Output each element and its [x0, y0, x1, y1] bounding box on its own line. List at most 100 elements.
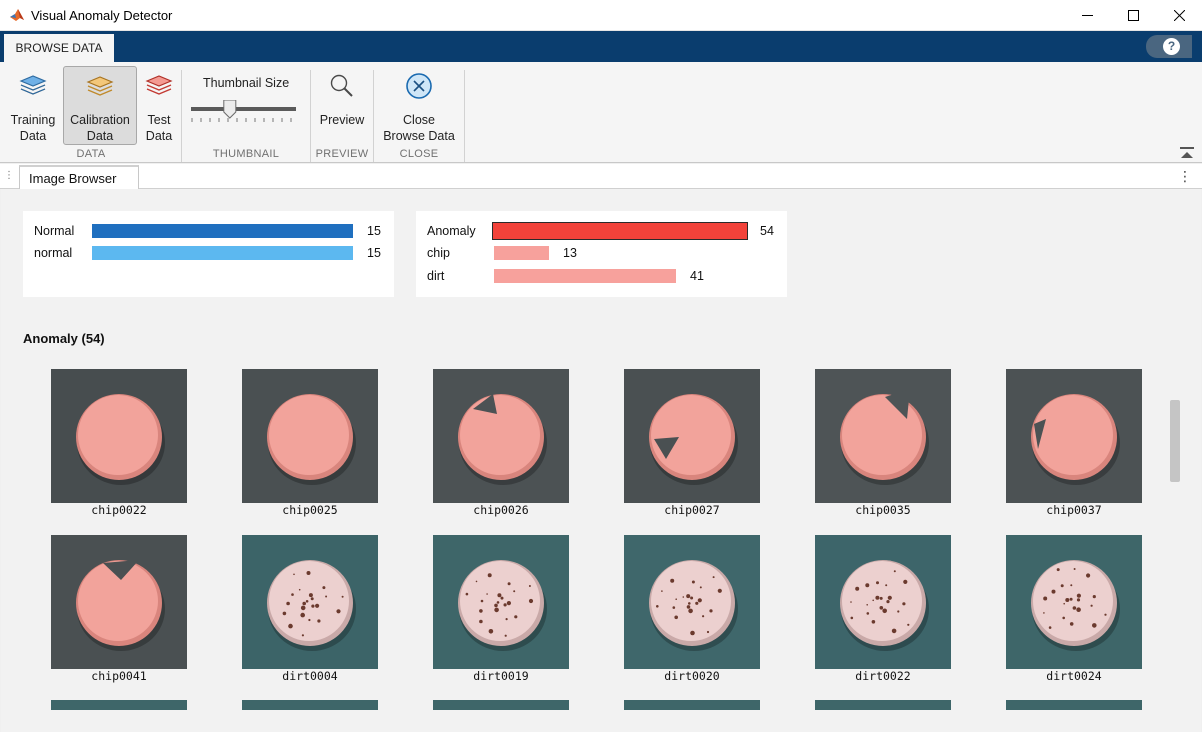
thumbnail-item[interactable]: chip0022: [51, 369, 187, 517]
summary-row[interactable]: Anomaly 54: [427, 222, 777, 240]
test-data-button[interactable]: Test Data: [140, 66, 178, 145]
close-circle-icon: [406, 73, 432, 99]
summary-count: 15: [367, 224, 381, 238]
collapse-ribbon-icon[interactable]: [1180, 147, 1194, 159]
test-data-label-2: Data: [145, 129, 173, 143]
thumbnail-partial[interactable]: [242, 700, 378, 710]
thumbnail-image[interactable]: [433, 535, 569, 669]
thumbnail-image[interactable]: [815, 535, 951, 669]
count-bar: [492, 222, 748, 240]
maximize-button[interactable]: [1110, 0, 1156, 31]
thumbnail-image[interactable]: [624, 369, 760, 503]
summary-row[interactable]: dirt 41: [427, 269, 777, 285]
thumbnail-image[interactable]: [624, 535, 760, 669]
test-layers-icon: [145, 75, 173, 95]
summary-label: Anomaly: [427, 224, 476, 238]
anomaly-summary-panel: Anomaly 54 chip 13 dirt 41: [416, 211, 787, 297]
thumbnail-item[interactable]: dirt0020: [624, 535, 760, 683]
thumbnail-item[interactable]: chip0027: [624, 369, 760, 517]
count-bar: [494, 246, 549, 260]
vertical-scrollbar[interactable]: [1170, 400, 1180, 482]
thumbnail-caption: chip0022: [91, 503, 147, 517]
preview-button[interactable]: Preview: [316, 66, 368, 145]
thumbnail-partial[interactable]: [51, 700, 187, 710]
training-data-label-2: Data: [19, 129, 47, 143]
thumbnail-item[interactable]: dirt0019: [433, 535, 569, 683]
close-browse-label-1: Close: [403, 113, 435, 127]
thumbnail-item[interactable]: chip0025: [242, 369, 378, 517]
matlab-logo-icon: [10, 9, 24, 21]
summary-label: dirt: [427, 269, 445, 283]
summary-row[interactable]: Normal 15: [34, 224, 384, 240]
summary-label: normal: [34, 246, 73, 260]
help-button[interactable]: ?: [1146, 35, 1192, 58]
summary-count: 13: [563, 246, 577, 260]
thumbnail-image[interactable]: [1006, 535, 1142, 669]
thumbnail-caption: dirt0024: [1046, 669, 1102, 683]
summary-count: 54: [760, 224, 774, 238]
thumbnail-item[interactable]: chip0035: [815, 369, 951, 517]
summary-count: 41: [690, 269, 704, 283]
thumbnail-item[interactable]: dirt0022: [815, 535, 951, 683]
preview-label: Preview: [319, 113, 365, 127]
maximize-icon: [1127, 10, 1139, 21]
thumbnail-partial[interactable]: [815, 700, 951, 710]
close-window-button[interactable]: [1156, 0, 1202, 31]
minimize-button[interactable]: [1064, 0, 1110, 31]
thumbnail-image[interactable]: [815, 369, 951, 503]
summary-row[interactable]: normal 15: [34, 246, 384, 262]
magnifier-icon: [330, 74, 353, 97]
thumbnail-item[interactable]: dirt0024: [1006, 535, 1142, 683]
summary-label: chip: [427, 246, 450, 260]
more-options-icon[interactable]: ⋮: [1178, 168, 1192, 185]
thumbnail-item[interactable]: chip0037: [1006, 369, 1142, 517]
section-label-thumbnail: THUMBNAIL: [212, 148, 280, 160]
thumbnail-image[interactable]: [1006, 369, 1142, 503]
training-layers-icon: [19, 75, 47, 95]
calibration-data-label-2: Data: [86, 129, 114, 143]
tab-image-browser[interactable]: Image Browser: [19, 165, 139, 189]
summary-count: 15: [367, 246, 381, 260]
group-title: Anomaly (54): [23, 331, 105, 346]
training-data-button[interactable]: Training Data: [6, 66, 60, 145]
thumbnail-caption: chip0027: [664, 503, 720, 517]
slider-thumb[interactable]: [223, 100, 237, 119]
thumbnail-image[interactable]: [242, 535, 378, 669]
count-bar: [92, 224, 353, 238]
thumbnail-image[interactable]: [51, 535, 187, 669]
thumbnail-size-slider[interactable]: [190, 100, 298, 128]
thumbnail-caption: dirt0022: [855, 669, 911, 683]
drag-grip-icon[interactable]: ⋮: [4, 170, 14, 182]
ribbon-separator: [310, 70, 311, 162]
calibration-layers-icon: [86, 75, 114, 96]
thumbnail-item[interactable]: chip0026: [433, 369, 569, 517]
thumbnail-image[interactable]: [242, 369, 378, 503]
image-browser-panel: Normal 15 normal 15 Anomaly 54 chip 13 d…: [1, 189, 1201, 732]
thumbnail-item[interactable]: chip0041: [51, 535, 187, 683]
tab-browse-data[interactable]: BROWSE DATA: [4, 34, 114, 62]
thumbnail-caption: chip0041: [91, 669, 147, 683]
thumbnail-size-label: Thumbnail Size: [203, 76, 290, 90]
count-bar: [92, 246, 353, 260]
thumbnail-item[interactable]: dirt0004: [242, 535, 378, 683]
window-title: Visual Anomaly Detector: [31, 8, 173, 23]
summary-row[interactable]: chip 13: [427, 246, 777, 262]
calibration-data-label-1: Calibration: [70, 113, 130, 127]
close-browse-label-2: Browse Data: [383, 129, 455, 143]
thumbnail-partial[interactable]: [433, 700, 569, 710]
section-label-preview: PREVIEW: [315, 148, 369, 160]
ribbon-toolstrip: Training Data Calibration Data Test Data…: [0, 62, 1202, 163]
section-label-close: CLOSE: [399, 148, 439, 160]
thumbnail-caption: dirt0004: [282, 669, 338, 683]
close-browse-data-button[interactable]: Close Browse Data: [378, 66, 460, 145]
thumbnail-caption: chip0026: [473, 503, 529, 517]
thumbnail-caption: chip0025: [282, 503, 338, 517]
thumbnail-partial[interactable]: [1006, 700, 1142, 710]
thumbnail-partial[interactable]: [624, 700, 760, 710]
document-tab-bar: ⋮ Image Browser ⋮: [0, 164, 1202, 189]
title-bar: Visual Anomaly Detector: [0, 0, 1202, 31]
summary-label: Normal: [34, 224, 75, 238]
calibration-data-button[interactable]: Calibration Data: [63, 66, 137, 145]
thumbnail-image[interactable]: [51, 369, 187, 503]
thumbnail-image[interactable]: [433, 369, 569, 503]
